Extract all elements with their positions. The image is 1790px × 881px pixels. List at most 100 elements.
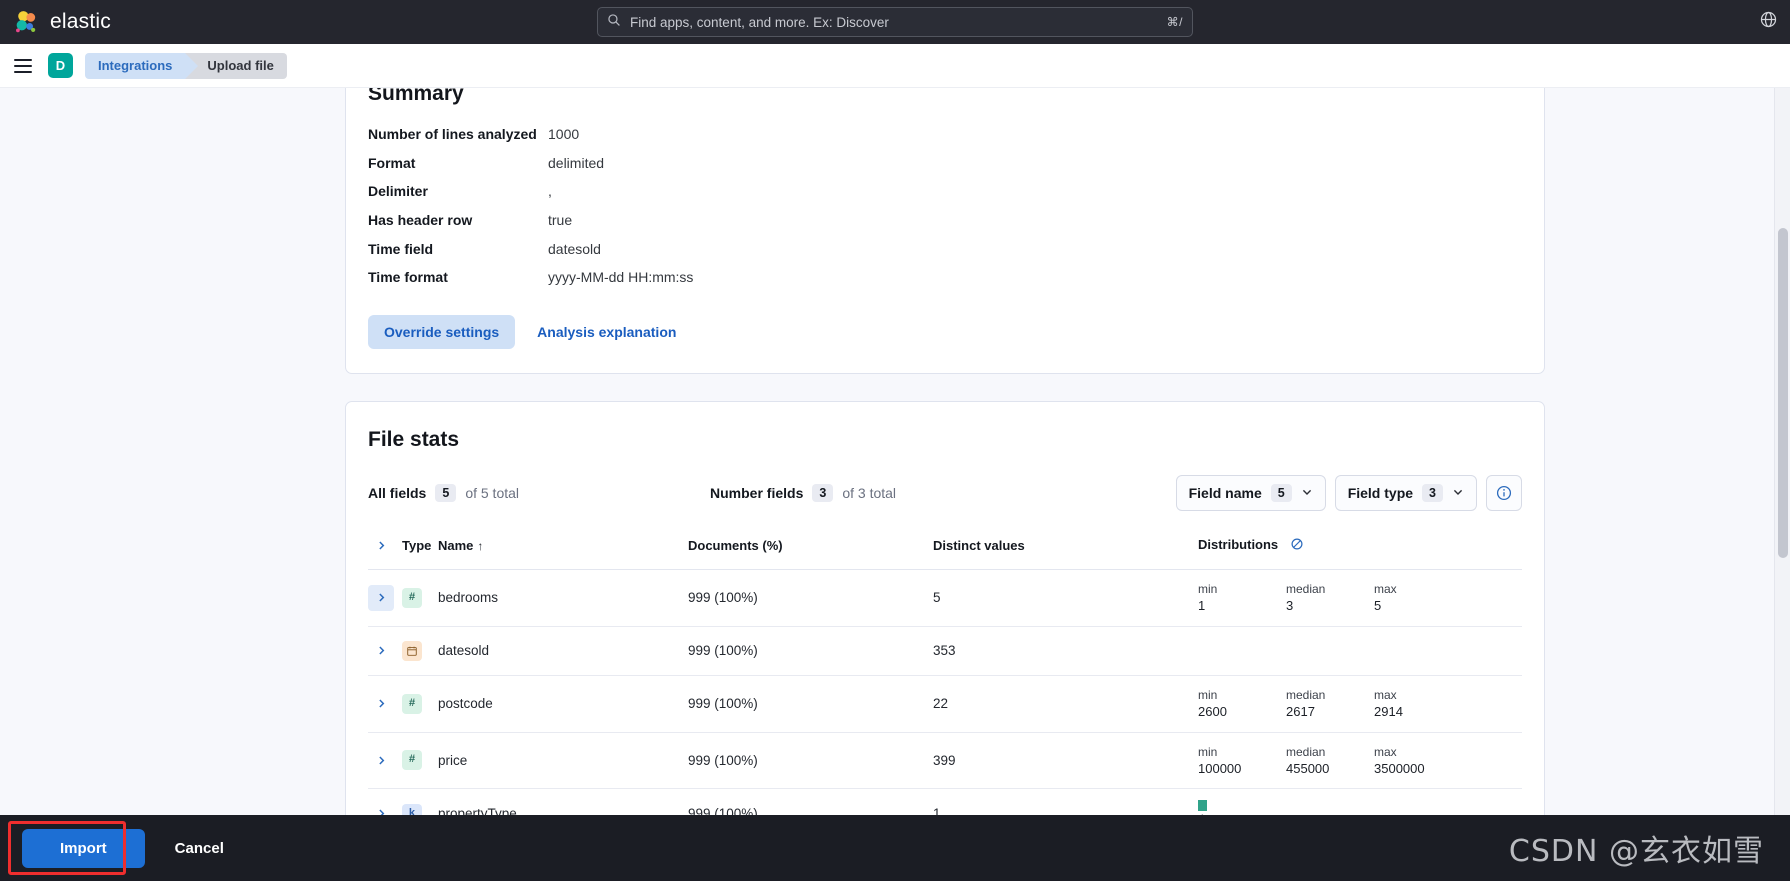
page-scrollbar-thumb[interactable] bbox=[1778, 228, 1788, 558]
field-type-number-icon: # bbox=[402, 750, 422, 771]
max-value: 2914 bbox=[1374, 704, 1403, 720]
field-type-filter-label: Field type bbox=[1347, 485, 1414, 502]
table-header: Type Name ↑ Documents (%) Distinct values… bbox=[368, 522, 1522, 571]
summary-value-time-format: yyyy-MM-dd HH:mm:ss bbox=[548, 269, 694, 286]
row-field-name: price bbox=[438, 732, 688, 790]
row-field-name: datesold bbox=[438, 626, 688, 676]
number-fields-total: of 3 total bbox=[842, 485, 897, 502]
median-label: median bbox=[1286, 582, 1326, 597]
column-header-type[interactable]: Type bbox=[402, 522, 438, 571]
row-type-cell: # bbox=[402, 675, 438, 733]
header-right-actions bbox=[1759, 10, 1778, 34]
summary-value-delimiter: , bbox=[548, 183, 552, 200]
summary-title: Summary bbox=[368, 88, 464, 105]
table-row[interactable]: datesold 999 (100%) 353 bbox=[368, 626, 1522, 676]
summary-key-time-field: Time field bbox=[368, 240, 434, 257]
table-row[interactable]: # price 999 (100%) 399 min 100000 median 4… bbox=[368, 732, 1522, 790]
summary-list: Number of lines analyzed 1000 Format del… bbox=[368, 124, 1520, 289]
field-name-filter-count: 5 bbox=[1270, 484, 1292, 503]
space-avatar[interactable]: D bbox=[48, 53, 73, 78]
field-type-filter-button[interactable]: Field type 3 bbox=[1334, 475, 1477, 512]
main-content: Summary Number of lines analyzed 1000 Fo… bbox=[0, 88, 1790, 881]
analysis-explanation-button[interactable]: Analysis explanation bbox=[527, 315, 686, 349]
summary-value-format: delimited bbox=[548, 154, 605, 171]
page-scroll-region: Summary Number of lines analyzed 1000 Fo… bbox=[0, 88, 1772, 881]
column-header-distributions: Distributions bbox=[1198, 522, 1522, 571]
number-fields-label: Number fields bbox=[710, 485, 804, 502]
table-row[interactable]: # bedrooms 999 (100%) 5 min 1 median 3 max… bbox=[368, 569, 1522, 627]
row-field-name: bedrooms bbox=[438, 569, 688, 627]
column-header-distinct-values[interactable]: Distinct values bbox=[933, 522, 1198, 571]
summary-key-header-row: Has header row bbox=[368, 212, 473, 229]
median-value: 455000 bbox=[1286, 760, 1330, 776]
global-search-input[interactable]: Find apps, content, and more. Ex: Discov… bbox=[597, 7, 1193, 37]
brand-name: elastic bbox=[50, 10, 111, 33]
row-distinct-values: 353 bbox=[933, 626, 1198, 676]
hamburger-menu-icon[interactable] bbox=[10, 53, 36, 79]
breadcrumb-item-upload-file[interactable]: Upload file bbox=[185, 52, 287, 79]
all-fields-total: of 5 total bbox=[465, 485, 520, 502]
field-type-number-icon: # bbox=[402, 693, 422, 714]
chevron-right-icon[interactable] bbox=[368, 638, 394, 664]
import-button[interactable]: Import bbox=[22, 828, 145, 868]
field-type-filter-count: 3 bbox=[1422, 484, 1443, 503]
row-documents: 999 (100%) bbox=[688, 732, 933, 790]
info-circle-icon[interactable] bbox=[1486, 475, 1522, 512]
sort-ascending-icon: ↑ bbox=[477, 538, 484, 553]
chevron-right-icon[interactable] bbox=[368, 584, 394, 611]
median-value: 3 bbox=[1286, 598, 1294, 614]
row-distribution: min 100000 median 455000 max 3500000 bbox=[1198, 732, 1522, 790]
globe-icon[interactable] bbox=[1759, 10, 1778, 34]
summary-actions: Override settings Analysis explanation bbox=[368, 315, 1520, 350]
chevron-right-icon[interactable] bbox=[368, 532, 394, 558]
chevron-right-icon[interactable] bbox=[368, 747, 394, 773]
summary-key-format: Format bbox=[368, 154, 416, 171]
elastic-logo-icon bbox=[14, 10, 39, 35]
chevron-down-icon bbox=[1301, 485, 1313, 501]
field-type-number-icon: # bbox=[402, 587, 422, 608]
row-documents: 999 (100%) bbox=[688, 675, 933, 733]
row-distinct-values: 399 bbox=[933, 732, 1198, 790]
table-header-row: Type Name ↑ Documents (%) Distinct values… bbox=[368, 522, 1522, 571]
file-stats-filters: Field name 5 Field type 3 bbox=[1175, 475, 1522, 512]
column-header-distributions-label: Distributions bbox=[1198, 536, 1279, 552]
min-value: 100000 bbox=[1198, 760, 1242, 776]
all-fields-count: 5 bbox=[435, 484, 457, 503]
bottom-action-bar: Import Cancel CSDN @玄衣如雪 bbox=[0, 815, 1790, 881]
table-row[interactable]: # postcode 999 (100%) 22 min 2600 median 2… bbox=[368, 675, 1522, 733]
all-fields-counter: All fields 5 of 5 total bbox=[368, 484, 520, 503]
row-distribution: min 1 median 3 max 5 bbox=[1198, 569, 1522, 627]
global-search-wrapper: Find apps, content, and more. Ex: Discov… bbox=[597, 7, 1193, 37]
min-value: 2600 bbox=[1198, 704, 1227, 720]
breadcrumb-item-integrations[interactable]: Integrations bbox=[85, 52, 199, 79]
field-name-filter-button[interactable]: Field name 5 bbox=[1175, 475, 1326, 512]
page-scrollbar[interactable] bbox=[1774, 88, 1790, 881]
row-expand-cell[interactable] bbox=[368, 626, 402, 676]
summary-panel: Summary Number of lines analyzed 1000 Fo… bbox=[345, 88, 1545, 375]
column-header-documents[interactable]: Documents (%) bbox=[688, 522, 933, 571]
summary-value-lines: 1000 bbox=[548, 126, 580, 142]
min-label: min bbox=[1198, 687, 1218, 702]
override-settings-button[interactable]: Override settings bbox=[368, 315, 516, 350]
row-documents: 999 (100%) bbox=[688, 626, 933, 676]
max-label: max bbox=[1374, 582, 1397, 597]
breadcrumb-bar: D Integrations Upload file bbox=[0, 44, 1790, 88]
hide-distributions-icon[interactable] bbox=[1290, 538, 1304, 554]
row-expand-cell[interactable] bbox=[368, 732, 402, 790]
chevron-right-icon[interactable] bbox=[368, 691, 394, 717]
column-header-name[interactable]: Name ↑ bbox=[438, 522, 688, 571]
row-type-cell: # bbox=[402, 569, 438, 627]
file-stats-table: Type Name ↑ Documents (%) Distinct values… bbox=[368, 522, 1522, 840]
summary-key-delimiter: Delimiter bbox=[368, 183, 428, 200]
row-expand-cell[interactable] bbox=[368, 569, 402, 627]
breadcrumb: Integrations Upload file bbox=[85, 52, 287, 79]
chevron-down-icon bbox=[1452, 485, 1464, 501]
min-label: min bbox=[1198, 744, 1218, 759]
median-value: 2617 bbox=[1286, 704, 1315, 720]
cancel-button[interactable]: Cancel bbox=[175, 840, 224, 857]
category-bar bbox=[1198, 800, 1207, 812]
row-distinct-values: 22 bbox=[933, 675, 1198, 733]
column-expand-all[interactable] bbox=[368, 522, 402, 571]
row-type-cell: # bbox=[402, 732, 438, 790]
row-expand-cell[interactable] bbox=[368, 675, 402, 733]
